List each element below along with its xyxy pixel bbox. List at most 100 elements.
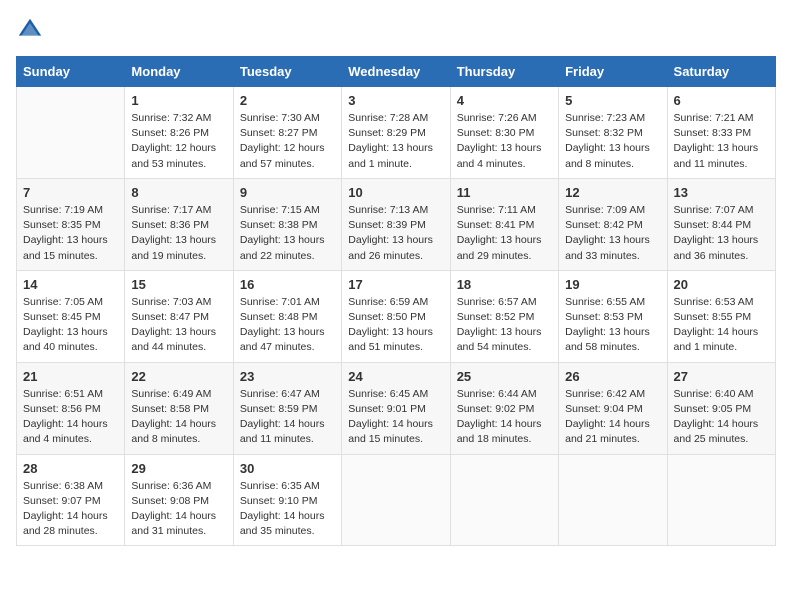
day-number: 18 <box>457 277 552 292</box>
day-info: Sunrise: 6:35 AM Sunset: 9:10 PM Dayligh… <box>240 479 335 540</box>
calendar-week-row: 21 Sunrise: 6:51 AM Sunset: 8:56 PM Dayli… <box>17 362 776 454</box>
day-number: 8 <box>131 185 226 200</box>
calendar-week-row: 14 Sunrise: 7:05 AM Sunset: 8:45 PM Dayli… <box>17 270 776 362</box>
weekday-header-tuesday: Tuesday <box>233 57 341 87</box>
day-number: 14 <box>23 277 118 292</box>
day-number: 12 <box>565 185 660 200</box>
day-number: 30 <box>240 461 335 476</box>
day-info: Sunrise: 6:36 AM Sunset: 9:08 PM Dayligh… <box>131 479 226 540</box>
day-number: 17 <box>348 277 443 292</box>
calendar-cell: 7Sunrise: 7:19 AM Sunset: 8:35 PM Daylig… <box>17 178 125 270</box>
day-info: Sunrise: 7:32 AM Sunset: 8:26 PM Dayligh… <box>131 111 226 172</box>
day-info: Sunrise: 6:40 AM Sunset: 9:05 PM Dayligh… <box>674 387 769 448</box>
day-info: Sunrise: 7:13 AM Sunset: 8:39 PM Dayligh… <box>348 203 443 264</box>
calendar-cell: 23 Sunrise: 6:47 AM Sunset: 8:59 PM Dayli… <box>233 362 341 454</box>
calendar-cell: 8 Sunrise: 7:17 AM Sunset: 8:36 PM Daylig… <box>125 178 233 270</box>
logo <box>16 16 48 44</box>
calendar-cell <box>559 454 667 546</box>
day-info: Sunrise: 6:51 AM Sunset: 8:56 PM Dayligh… <box>23 387 118 448</box>
day-number: 5 <box>565 93 660 108</box>
weekday-header-sunday: Sunday <box>17 57 125 87</box>
day-number: 23 <box>240 369 335 384</box>
calendar-cell <box>17 87 125 179</box>
calendar-cell: 18 Sunrise: 6:57 AM Sunset: 8:52 PM Dayli… <box>450 270 558 362</box>
day-info: Sunrise: 6:47 AM Sunset: 8:59 PM Dayligh… <box>240 387 335 448</box>
calendar-cell: 3 Sunrise: 7:28 AM Sunset: 8:29 PM Daylig… <box>342 87 450 179</box>
calendar-cell: 16Sunrise: 7:01 AM Sunset: 8:48 PM Dayli… <box>233 270 341 362</box>
calendar-cell: 28 Sunrise: 6:38 AM Sunset: 9:07 PM Dayli… <box>17 454 125 546</box>
day-number: 21 <box>23 369 118 384</box>
calendar-week-row: 1 Sunrise: 7:32 AM Sunset: 8:26 PM Daylig… <box>17 87 776 179</box>
day-number: 24 <box>348 369 443 384</box>
day-number: 9 <box>240 185 335 200</box>
calendar-cell <box>342 454 450 546</box>
day-info: Sunrise: 7:23 AM Sunset: 8:32 PM Dayligh… <box>565 111 660 172</box>
day-number: 26 <box>565 369 660 384</box>
calendar-header-row: SundayMondayTuesdayWednesdayThursdayFrid… <box>17 57 776 87</box>
weekday-header-friday: Friday <box>559 57 667 87</box>
day-info: Sunrise: 7:15 AM Sunset: 8:38 PM Dayligh… <box>240 203 335 264</box>
day-number: 13 <box>674 185 769 200</box>
calendar-cell <box>667 454 775 546</box>
calendar-cell: 21 Sunrise: 6:51 AM Sunset: 8:56 PM Dayli… <box>17 362 125 454</box>
day-number: 11 <box>457 185 552 200</box>
day-info: Sunrise: 6:57 AM Sunset: 8:52 PM Dayligh… <box>457 295 552 356</box>
day-info: Sunrise: 7:11 AM Sunset: 8:41 PM Dayligh… <box>457 203 552 264</box>
day-info: Sunrise: 7:26 AM Sunset: 8:30 PM Dayligh… <box>457 111 552 172</box>
calendar-cell: 25Sunrise: 6:44 AM Sunset: 9:02 PM Dayli… <box>450 362 558 454</box>
weekday-header-monday: Monday <box>125 57 233 87</box>
day-number: 6 <box>674 93 769 108</box>
day-info: Sunrise: 7:09 AM Sunset: 8:42 PM Dayligh… <box>565 203 660 264</box>
day-number: 29 <box>131 461 226 476</box>
day-info: Sunrise: 7:28 AM Sunset: 8:29 PM Dayligh… <box>348 111 443 172</box>
calendar-cell: 20 Sunrise: 6:53 AM Sunset: 8:55 PM Dayli… <box>667 270 775 362</box>
weekday-header-thursday: Thursday <box>450 57 558 87</box>
day-number: 15 <box>131 277 226 292</box>
day-info: Sunrise: 7:05 AM Sunset: 8:45 PM Dayligh… <box>23 295 118 356</box>
calendar-cell: 22Sunrise: 6:49 AM Sunset: 8:58 PM Dayli… <box>125 362 233 454</box>
calendar-cell: 11 Sunrise: 7:11 AM Sunset: 8:41 PM Dayli… <box>450 178 558 270</box>
calendar-cell: 29 Sunrise: 6:36 AM Sunset: 9:08 PM Dayli… <box>125 454 233 546</box>
calendar-cell: 2 Sunrise: 7:30 AM Sunset: 8:27 PM Daylig… <box>233 87 341 179</box>
day-number: 27 <box>674 369 769 384</box>
calendar-cell: 4Sunrise: 7:26 AM Sunset: 8:30 PM Daylig… <box>450 87 558 179</box>
calendar-cell: 9 Sunrise: 7:15 AM Sunset: 8:38 PM Daylig… <box>233 178 341 270</box>
day-info: Sunrise: 6:45 AM Sunset: 9:01 PM Dayligh… <box>348 387 443 448</box>
calendar-cell: 13 Sunrise: 7:07 AM Sunset: 8:44 PM Dayli… <box>667 178 775 270</box>
weekday-header-saturday: Saturday <box>667 57 775 87</box>
day-info: Sunrise: 6:38 AM Sunset: 9:07 PM Dayligh… <box>23 479 118 540</box>
calendar-week-row: 28 Sunrise: 6:38 AM Sunset: 9:07 PM Dayli… <box>17 454 776 546</box>
calendar-cell <box>450 454 558 546</box>
logo-icon <box>16 16 44 44</box>
calendar-cell: 30 Sunrise: 6:35 AM Sunset: 9:10 PM Dayli… <box>233 454 341 546</box>
day-number: 2 <box>240 93 335 108</box>
calendar-cell: 26Sunrise: 6:42 AM Sunset: 9:04 PM Dayli… <box>559 362 667 454</box>
day-info: Sunrise: 6:44 AM Sunset: 9:02 PM Dayligh… <box>457 387 552 448</box>
day-info: Sunrise: 7:07 AM Sunset: 8:44 PM Dayligh… <box>674 203 769 264</box>
calendar-cell: 14 Sunrise: 7:05 AM Sunset: 8:45 PM Dayli… <box>17 270 125 362</box>
page-header <box>16 16 776 44</box>
calendar-table: SundayMondayTuesdayWednesdayThursdayFrid… <box>16 56 776 546</box>
day-info: Sunrise: 7:01 AM Sunset: 8:48 PM Dayligh… <box>240 295 335 356</box>
day-number: 28 <box>23 461 118 476</box>
calendar-week-row: 7Sunrise: 7:19 AM Sunset: 8:35 PM Daylig… <box>17 178 776 270</box>
day-number: 10 <box>348 185 443 200</box>
calendar-cell: 17Sunrise: 6:59 AM Sunset: 8:50 PM Dayli… <box>342 270 450 362</box>
weekday-header-wednesday: Wednesday <box>342 57 450 87</box>
day-info: Sunrise: 7:21 AM Sunset: 8:33 PM Dayligh… <box>674 111 769 172</box>
day-info: Sunrise: 7:17 AM Sunset: 8:36 PM Dayligh… <box>131 203 226 264</box>
calendar-cell: 1 Sunrise: 7:32 AM Sunset: 8:26 PM Daylig… <box>125 87 233 179</box>
day-number: 1 <box>131 93 226 108</box>
calendar-cell: 19Sunrise: 6:55 AM Sunset: 8:53 PM Dayli… <box>559 270 667 362</box>
day-number: 7 <box>23 185 118 200</box>
day-number: 20 <box>674 277 769 292</box>
day-info: Sunrise: 7:30 AM Sunset: 8:27 PM Dayligh… <box>240 111 335 172</box>
day-info: Sunrise: 7:03 AM Sunset: 8:47 PM Dayligh… <box>131 295 226 356</box>
day-info: Sunrise: 6:53 AM Sunset: 8:55 PM Dayligh… <box>674 295 769 356</box>
calendar-cell: 6 Sunrise: 7:21 AM Sunset: 8:33 PM Daylig… <box>667 87 775 179</box>
day-info: Sunrise: 6:55 AM Sunset: 8:53 PM Dayligh… <box>565 295 660 356</box>
day-info: Sunrise: 6:49 AM Sunset: 8:58 PM Dayligh… <box>131 387 226 448</box>
calendar-cell: 27 Sunrise: 6:40 AM Sunset: 9:05 PM Dayli… <box>667 362 775 454</box>
calendar-cell: 15 Sunrise: 7:03 AM Sunset: 8:47 PM Dayli… <box>125 270 233 362</box>
day-number: 3 <box>348 93 443 108</box>
